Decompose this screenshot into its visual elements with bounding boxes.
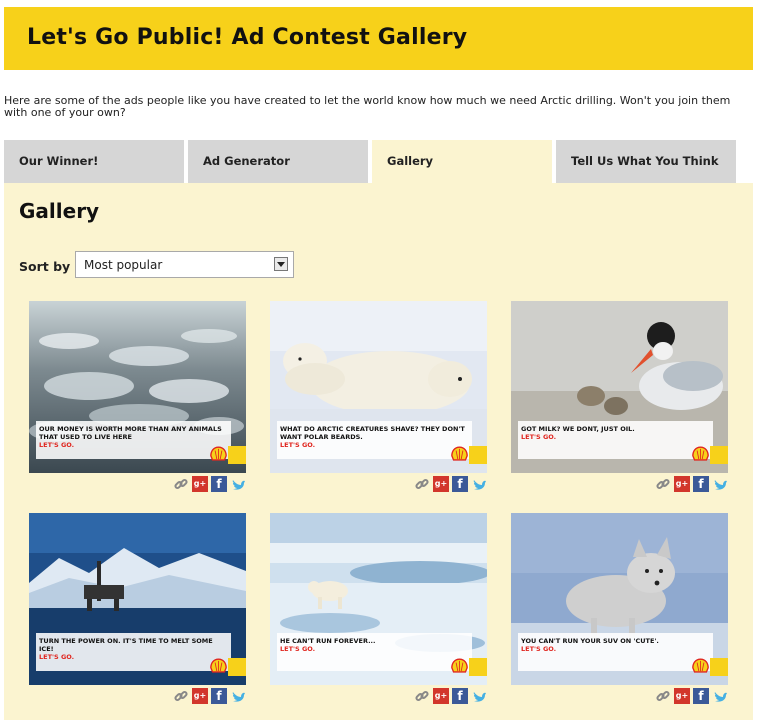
facebook-icon[interactable]: f [452,476,468,492]
brand-color-block [469,658,487,676]
share-actions: g+ f [652,476,728,492]
sort-label: Sort by [19,259,71,274]
ad-caption: OUR MONEY IS WORTH MORE THAN ANY ANIMALS… [36,421,231,459]
twitter-icon[interactable] [712,476,728,492]
twitter-icon[interactable] [471,688,487,704]
google-plus-icon[interactable]: g+ [674,476,690,492]
brand-color-block [710,446,728,464]
link-icon[interactable] [173,688,189,704]
link-icon[interactable] [655,476,671,492]
google-plus-icon[interactable]: g+ [192,476,208,492]
intro-text: Here are some of the ads people like you… [4,94,731,119]
ad-caption: HE CAN'T RUN FOREVER... LET'S GO. [277,633,472,671]
brand-color-block [228,446,246,464]
facebook-icon[interactable]: f [211,688,227,704]
twitter-icon[interactable] [712,688,728,704]
shell-logo-icon [692,658,709,673]
sort-dropdown[interactable]: Most popular [75,251,294,278]
brand-color-block [710,658,728,676]
shell-logo-icon [451,446,468,461]
facebook-icon[interactable]: f [452,688,468,704]
ad-card[interactable]: WHAT DO ARCTIC CREATURES SHAVE? THEY DON… [270,301,487,473]
shell-logo-icon [692,446,709,461]
tab-ad-generator[interactable]: Ad Generator [188,140,368,183]
facebook-icon[interactable]: f [693,476,709,492]
share-actions: g+ f [411,688,487,704]
twitter-icon[interactable] [230,476,246,492]
link-icon[interactable] [655,688,671,704]
brand-color-block [228,658,246,676]
facebook-icon[interactable]: f [211,476,227,492]
ad-caption: WHAT DO ARCTIC CREATURES SHAVE? THEY DON… [277,421,472,459]
google-plus-icon[interactable]: g+ [674,688,690,704]
share-actions: g+ f [170,476,246,492]
twitter-icon[interactable] [230,688,246,704]
ad-card[interactable]: GOT MILK? WE DONT, JUST OIL. LET'S GO. [511,301,728,473]
sort-selected-value: Most popular [84,258,163,272]
ad-card[interactable]: OUR MONEY IS WORTH MORE THAN ANY ANIMALS… [29,301,246,473]
gallery-heading: Gallery [19,199,100,223]
ad-card[interactable]: HE CAN'T RUN FOREVER... LET'S GO. [270,513,487,685]
link-icon[interactable] [414,476,430,492]
google-plus-icon[interactable]: g+ [192,688,208,704]
shell-logo-icon [210,658,227,673]
share-actions: g+ f [652,688,728,704]
tab-tell-us[interactable]: Tell Us What You Think [556,140,736,183]
brand-color-block [469,446,487,464]
facebook-icon[interactable]: f [693,688,709,704]
share-actions: g+ f [411,476,487,492]
ad-card[interactable]: YOU CAN'T RUN YOUR SUV ON 'CUTE'. LET'S … [511,513,728,685]
tab-gallery[interactable]: Gallery [372,140,552,183]
google-plus-icon[interactable]: g+ [433,476,449,492]
link-icon[interactable] [173,476,189,492]
ad-caption: YOU CAN'T RUN YOUR SUV ON 'CUTE'. LET'S … [518,633,713,671]
tab-our-winner[interactable]: Our Winner! [4,140,184,183]
ad-card[interactable]: TURN THE POWER ON. IT'S TIME TO MELT SOM… [29,513,246,685]
link-icon[interactable] [414,688,430,704]
gallery-panel: Gallery Sort by Most popular OUR MONEY I… [4,183,753,720]
tab-bar: Our Winner! Ad Generator Gallery Tell Us… [4,140,754,183]
page-title: Let's Go Public! Ad Contest Gallery [27,25,468,50]
ad-caption: GOT MILK? WE DONT, JUST OIL. LET'S GO. [518,421,713,459]
dropdown-arrow-icon[interactable] [274,257,288,271]
ad-caption: TURN THE POWER ON. IT'S TIME TO MELT SOM… [36,633,231,671]
shell-logo-icon [451,658,468,673]
share-actions: g+ f [170,688,246,704]
twitter-icon[interactable] [471,476,487,492]
shell-logo-icon [210,446,227,461]
google-plus-icon[interactable]: g+ [433,688,449,704]
page-header: Let's Go Public! Ad Contest Gallery [4,7,753,70]
